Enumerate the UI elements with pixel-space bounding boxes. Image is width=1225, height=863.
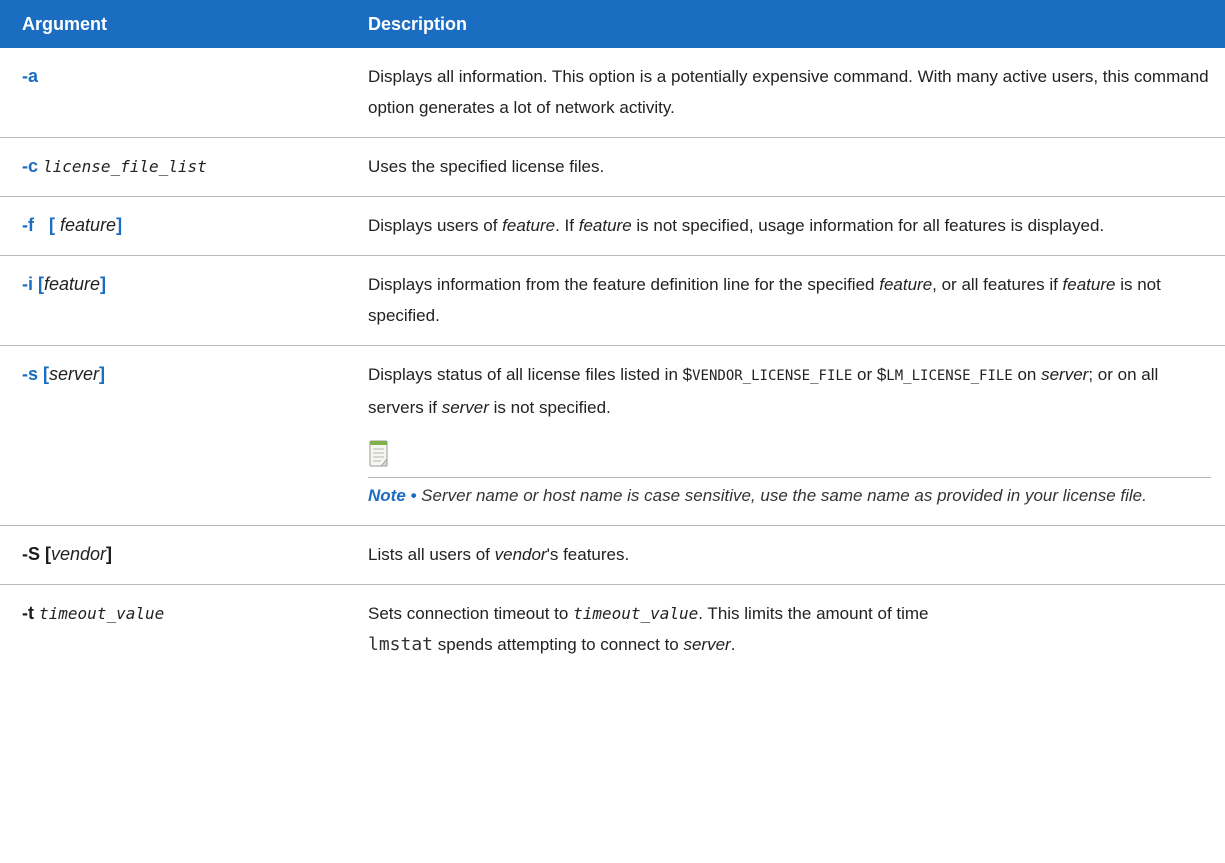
desc-text: spends attempting to connect to [433, 635, 684, 654]
desc-term: server [683, 635, 731, 654]
argument-cell: -f [ feature] [0, 196, 346, 256]
parameter: timeout_value [39, 604, 165, 623]
desc-text: . [730, 635, 736, 654]
header-description: Description [346, 0, 1225, 48]
desc-text: is not specified, usage information for … [631, 216, 1105, 235]
argument-cell: -i [feature] [0, 255, 346, 346]
desc-paragraph: Displays status of all license files lis… [368, 359, 1211, 423]
desc-text: Displays users of [368, 216, 503, 235]
desc-text: Lists all users of [368, 545, 495, 564]
flag: -S [ [22, 544, 51, 564]
parameter: license_file_list [43, 157, 207, 176]
note-body: Server name or host name is case sensiti… [416, 486, 1147, 505]
bracket-close: ] [116, 215, 123, 235]
argument-cell: -s [server] [0, 345, 346, 526]
table-row: -c license_file_list Uses the specified … [0, 137, 1225, 197]
table-row: -S [vendor] Lists all users of vendor's … [0, 525, 1225, 585]
argument-cell: -S [vendor] [0, 525, 346, 585]
bracket-close: ] [106, 544, 113, 564]
header-argument: Argument [0, 0, 346, 48]
argument-cell: -t timeout_value [0, 585, 346, 675]
bracket-open: [ [49, 215, 56, 235]
bracket-close: ] [100, 274, 107, 294]
note-divider [368, 477, 1211, 478]
note-pad-icon [369, 440, 388, 467]
env-variable: LM_LICENSE_FILE [886, 368, 1013, 384]
flag: -c [22, 156, 39, 176]
desc-text: . This limits the amount of time [698, 604, 929, 623]
desc-term: feature [1062, 275, 1116, 294]
env-prefix: $ [682, 365, 693, 384]
desc-term: feature [879, 275, 933, 294]
desc-text: Sets connection timeout to [368, 604, 574, 623]
table-row: -s [server] Displays status of all licen… [0, 345, 1225, 526]
flag: -i [ [22, 274, 44, 294]
flag: -t [22, 603, 34, 623]
flag: -a [22, 66, 39, 86]
command-name: lmstat [368, 634, 434, 655]
desc-text: 's features. [546, 545, 630, 564]
desc-text: on [1012, 365, 1042, 384]
desc-text: is not specified. [488, 398, 611, 417]
table-row: -a Displays all information. This option… [0, 48, 1225, 138]
description-cell: Displays all information. This option is… [346, 48, 1225, 138]
desc-term: timeout_value [573, 604, 699, 623]
description-cell: Uses the specified license files. [346, 137, 1225, 197]
argument-cell: -a [0, 48, 346, 138]
desc-term: server [1041, 365, 1089, 384]
flag: -s [ [22, 364, 49, 384]
parameter: feature [44, 274, 101, 294]
note-label: Note • [368, 486, 417, 505]
flag: -f [22, 215, 34, 235]
env-variable: VENDOR_LICENSE_FILE [692, 368, 853, 384]
desc-text: , or all features if [932, 275, 1063, 294]
arguments-table: Argument Description -a Displays all inf… [0, 0, 1225, 674]
table-row: -f [ feature] Displays users of feature.… [0, 196, 1225, 256]
desc-term: feature [578, 216, 632, 235]
table-header-row: Argument Description [0, 0, 1225, 48]
argument-cell: -c license_file_list [0, 137, 346, 197]
note-text: Note • Server name or host name is case … [368, 480, 1211, 511]
desc-text: Displays information from the feature de… [368, 275, 880, 294]
env-prefix: $ [876, 365, 887, 384]
desc-text: or [852, 365, 877, 384]
desc-text: Displays status of all license files lis… [368, 365, 683, 384]
parameter: server [49, 364, 100, 384]
note-block: Note • Server name or host name is case … [368, 439, 1211, 511]
description-cell: Displays status of all license files lis… [346, 345, 1225, 526]
parameter: feature [60, 215, 117, 235]
description-cell: Lists all users of vendor's features. [346, 525, 1225, 585]
desc-term: feature [502, 216, 556, 235]
desc-term: server [441, 398, 489, 417]
table-row: -i [feature] Displays information from t… [0, 255, 1225, 346]
bracket-close: ] [99, 364, 106, 384]
description-cell: Sets connection timeout to timeout_value… [346, 585, 1225, 675]
desc-term: vendor [494, 545, 547, 564]
table-row: -t timeout_value Sets connection timeout… [0, 585, 1225, 675]
parameter: vendor [51, 544, 107, 564]
desc-text: . If [555, 216, 579, 235]
description-cell: Displays information from the feature de… [346, 255, 1225, 346]
description-cell: Displays users of feature. If feature is… [346, 196, 1225, 256]
